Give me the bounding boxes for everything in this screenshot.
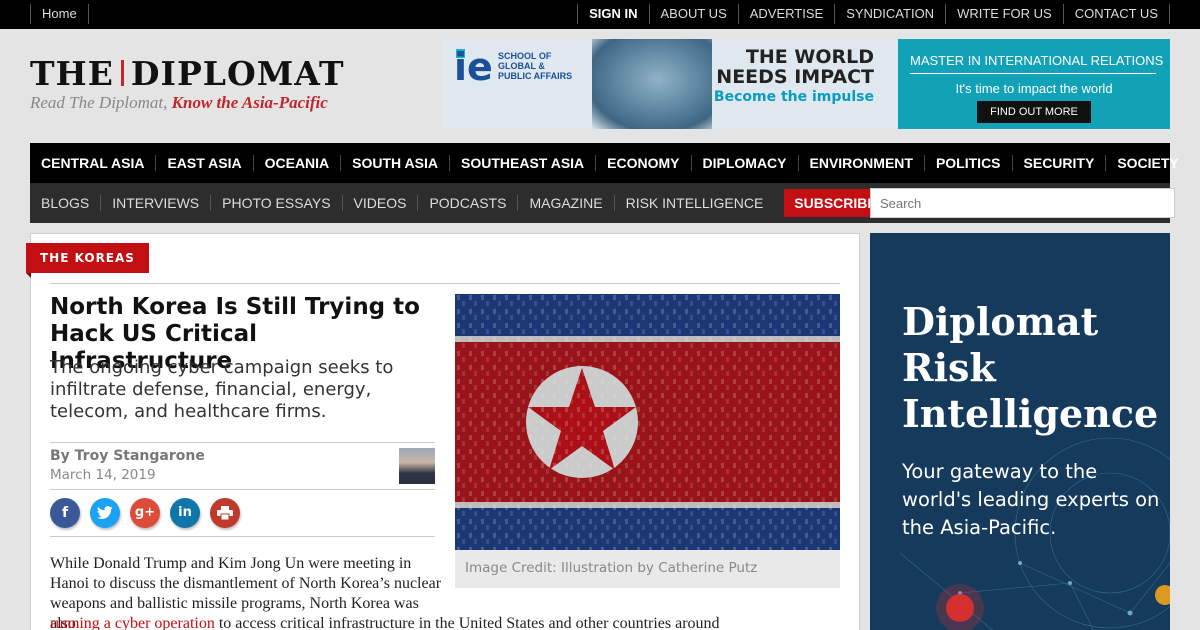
ad-school-name: SCHOOL OF GLOBAL & PUBLIC AFFAIRS: [498, 51, 573, 81]
nav-society[interactable]: SOCIETY: [1105, 155, 1189, 171]
linkedin-icon[interactable]: in: [170, 498, 200, 528]
twitter-icon[interactable]: [90, 498, 120, 528]
divider: [50, 536, 435, 537]
facebook-icon[interactable]: f: [50, 498, 80, 528]
nav-east-asia[interactable]: EAST ASIA: [155, 155, 252, 171]
nav-videos[interactable]: VIDEOS: [341, 195, 418, 211]
advertise-link[interactable]: ADVERTISE: [737, 4, 834, 24]
logo-wordmark: THE DIPLOMAT: [30, 55, 345, 93]
divider: [50, 442, 435, 443]
article-body-tail: to access critical infrastructure in the…: [218, 615, 720, 630]
top-utility-bar: Home SIGN IN ABOUT US ADVERTISE SYNDICAT…: [0, 0, 1200, 29]
side-ad-headline: Diplomat Risk Intelligence: [902, 299, 1159, 436]
nav-blogs[interactable]: BLOGS: [30, 195, 100, 211]
tagline-bold: Know the Asia-Pacific: [171, 93, 328, 112]
nav-oceania[interactable]: OCEANIA: [252, 155, 341, 171]
side-ad-risk-intelligence[interactable]: Diplomat Risk Intelligence Your gateway …: [870, 233, 1170, 630]
article-subtitle: The ongoing cyber campaign seeks to infi…: [50, 357, 394, 422]
logo-word-the: THE: [30, 54, 114, 93]
nav-economy[interactable]: ECONOMY: [595, 155, 690, 171]
share-buttons: f g+ in: [50, 498, 240, 528]
nav-south-asia[interactable]: SOUTH ASIA: [340, 155, 449, 171]
nav-politics[interactable]: POLITICS: [923, 155, 1012, 171]
side-ad-text: Your gateway to the world's leading expe…: [902, 460, 1160, 539]
find-out-more-button[interactable]: FIND OUT MORE: [977, 101, 1091, 123]
home-link[interactable]: Home: [30, 4, 89, 24]
contact-us-link[interactable]: CONTACT US: [1062, 4, 1170, 24]
article-body-continued: running a cyber operation to access crit…: [50, 614, 840, 630]
nav-security[interactable]: SECURITY: [1011, 155, 1106, 171]
nav-podcasts[interactable]: PODCASTS: [417, 195, 517, 211]
category-tag[interactable]: THE KOREAS: [26, 243, 149, 278]
cyber-operation-link[interactable]: running a cyber operation: [50, 615, 215, 630]
image-credit: Image Credit: Illustration by Catherine …: [455, 550, 840, 588]
search-input[interactable]: [870, 188, 1175, 218]
nav-southeast-asia[interactable]: SOUTHEAST ASIA: [449, 155, 595, 171]
logo-word-diplomat: DIPLOMAT: [130, 54, 345, 93]
ad-program-name: MASTER IN INTERNATIONAL RELATIONS: [910, 53, 1163, 74]
ie-logo: ie: [454, 45, 493, 89]
top-banner-ad[interactable]: ie SCHOOL OF GLOBAL & PUBLIC AFFAIRS THE…: [442, 39, 1170, 129]
nav-diplomacy[interactable]: DIPLOMACY: [690, 155, 798, 171]
utility-links: SIGN IN ABOUT US ADVERTISE SYNDICATION W…: [577, 4, 1170, 24]
write-for-us-link[interactable]: WRITE FOR US: [945, 4, 1063, 24]
author-byline[interactable]: By Troy Stangarone: [50, 448, 205, 464]
article-hero-image: [455, 294, 840, 550]
divider: [50, 283, 840, 284]
nav-photo-essays[interactable]: PHOTO ESSAYS: [210, 195, 341, 211]
ad-headline: THE WORLD NEEDS IMPACT: [716, 46, 874, 88]
nav-risk-intelligence[interactable]: RISK INTELLIGENCE: [613, 195, 775, 211]
ad-teal-panel: MASTER IN INTERNATIONAL RELATIONS It's t…: [898, 39, 1170, 129]
syndication-link[interactable]: SYNDICATION: [834, 4, 945, 24]
logo-tagline: Read The Diplomat, Know the Asia-Pacific: [30, 93, 345, 113]
sign-in-link[interactable]: SIGN IN: [577, 4, 648, 24]
nav-central-asia[interactable]: CENTRAL ASIA: [30, 155, 155, 171]
ad-cta-line: Become the impulse: [713, 89, 874, 105]
primary-nav: CENTRAL ASIA EAST ASIA OCEANIA SOUTH ASI…: [30, 143, 1179, 183]
ad-pitch: It's time to impact the world: [955, 81, 1113, 96]
divider: [50, 489, 435, 490]
nav-environment[interactable]: ENVIRONMENT: [797, 155, 924, 171]
site-logo[interactable]: THE DIPLOMAT Read The Diplomat, Know the …: [30, 55, 345, 113]
nav-magazine[interactable]: MAGAZINE: [517, 195, 613, 211]
google-plus-icon[interactable]: g+: [130, 498, 160, 528]
tagline-plain: Read The Diplomat,: [30, 93, 172, 112]
logo-divider: [120, 60, 124, 86]
about-us-link[interactable]: ABOUT US: [648, 4, 738, 24]
author-avatar[interactable]: [399, 448, 435, 484]
print-icon[interactable]: [210, 498, 240, 528]
nav-interviews[interactable]: INTERVIEWS: [100, 195, 210, 211]
publish-date: March 14, 2019: [50, 467, 156, 483]
ad-digital-head-image: [592, 39, 712, 129]
